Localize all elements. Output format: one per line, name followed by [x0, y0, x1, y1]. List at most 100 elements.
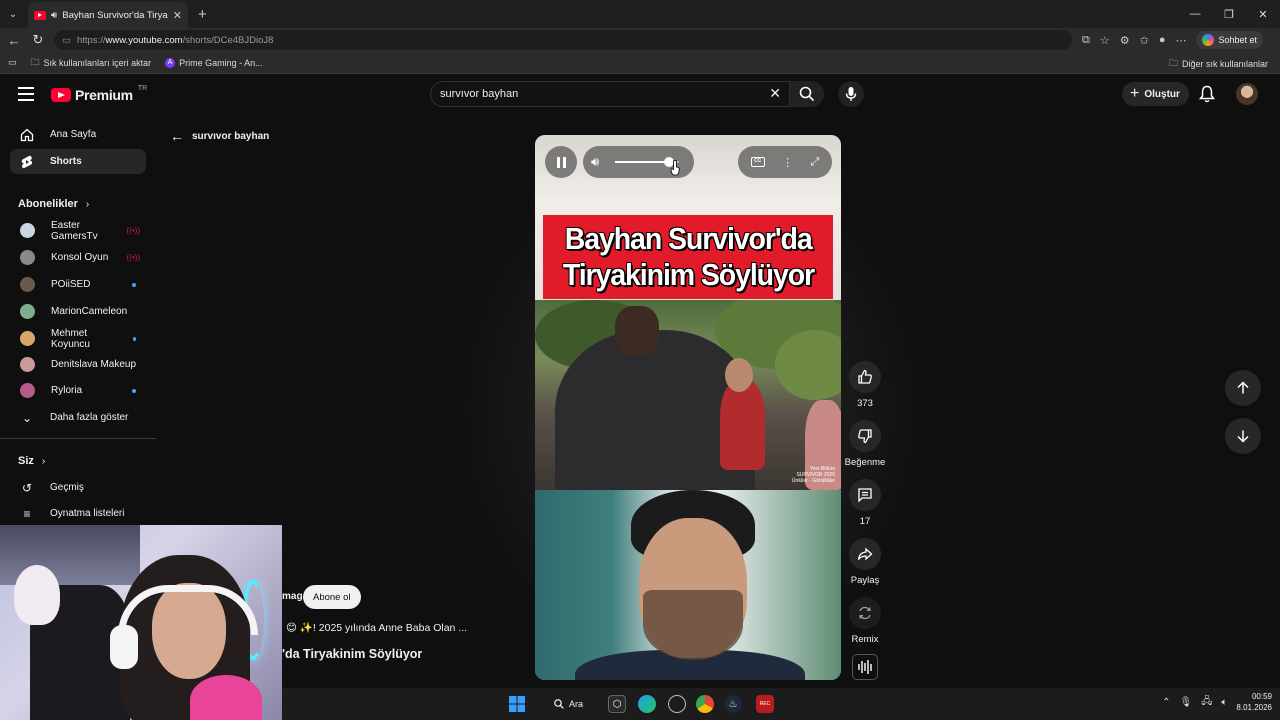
pause-button[interactable] — [545, 146, 577, 178]
subscription-item[interactable]: Ryloria — [10, 378, 146, 403]
favorite-prime-gaming[interactable]: A Prime Gaming - An... — [165, 57, 263, 68]
share-button[interactable]: Paylaş — [840, 538, 890, 586]
sidebar-item-shorts[interactable]: Shorts — [10, 149, 146, 174]
dislike-button[interactable]: Beğenme — [840, 420, 890, 468]
microphone-tray-icon[interactable]: 🎙︎ — [1180, 697, 1193, 708]
other-favorites[interactable]: 🗀︎ Diğer sık kullanılanlar — [1169, 56, 1268, 72]
tab-strip-icon[interactable]: ▭ — [8, 57, 17, 68]
home-icon — [20, 128, 34, 142]
steam-icon[interactable]: ♨ — [724, 695, 742, 713]
extensions-icon[interactable]: ⚙ — [1120, 34, 1130, 47]
back-label: survıvor bayhan — [192, 130, 270, 142]
more-options-icon[interactable]: ⋮ — [782, 156, 793, 169]
back-arrow-icon[interactable]: ← — [2, 33, 26, 48]
dislike-label: Beğenme — [844, 457, 886, 468]
you-heading[interactable]: Siz › — [18, 455, 45, 467]
comment-icon — [849, 479, 881, 511]
sidebar-item-playlists[interactable]: ≡ Oynatma listeleri — [10, 501, 146, 526]
taskbar-clock[interactable]: 00:59 8.01.2026 — [1236, 691, 1272, 713]
favorites-icon[interactable]: ✩ — [1140, 34, 1149, 47]
recorder-app-icon[interactable]: REC — [756, 695, 774, 713]
subscription-item[interactable]: MarionCameleon — [10, 299, 146, 324]
previous-short-button[interactable] — [1225, 370, 1261, 406]
back-to-search-button[interactable]: ← survıvor bayhan — [170, 128, 269, 144]
subscription-item[interactable]: Easter GamersTv ((•)) — [10, 218, 146, 243]
search-icon — [799, 86, 815, 102]
new-content-dot — [132, 336, 136, 341]
favorite-star-icon[interactable]: ☆ — [1100, 34, 1110, 47]
video-scene-island: Yeni Bölüm SURVIVOR 2026 Ünlüler - Gönül… — [535, 300, 841, 490]
show-more-label: Daha fazla göster — [50, 412, 129, 423]
system-tray: ⌃ 🎙︎ 🖧︎ 🔈︎ 00:59 8.01.2026 — [1162, 691, 1272, 713]
create-button[interactable]: + Oluştur — [1122, 82, 1189, 106]
app-icon[interactable] — [668, 695, 686, 713]
next-short-button[interactable] — [1225, 418, 1261, 454]
taskbar-search[interactable]: Ara — [546, 694, 591, 714]
audio-track-thumbnail[interactable] — [852, 654, 878, 680]
youtube-premium-logo[interactable]: Premium TR — [51, 85, 147, 103]
more-options-icon[interactable]: ⋯ — [1175, 34, 1186, 47]
captions-icon[interactable]: CC — [750, 157, 765, 167]
sidebar-item-label: Ana Sayfa — [50, 129, 97, 140]
search-icon — [554, 699, 564, 709]
task-view-icon[interactable]: ⬡ — [608, 695, 626, 713]
account-avatar[interactable] — [1236, 83, 1258, 105]
subscriptions-title: Abonelikler — [18, 198, 78, 210]
search-input[interactable]: survıvor bayhan ✕ — [430, 81, 790, 107]
remix-icon — [849, 597, 881, 629]
sidebar-item-home[interactable]: Ana Sayfa — [10, 122, 146, 147]
speaker-icon[interactable]: 🔈︎ — [1221, 697, 1227, 708]
address-field[interactable]: ▭ https://www.youtube.com/shorts/DCe4BJD… — [54, 30, 1072, 50]
tab-audio-icon[interactable]: 🔊︎ — [51, 10, 57, 21]
volume-fill — [615, 161, 670, 163]
close-window-button[interactable]: ✕ — [1246, 0, 1280, 28]
menu-icon[interactable] — [18, 87, 34, 101]
subscription-item[interactable]: Konsol Oyun ((•)) — [10, 245, 146, 270]
remix-button[interactable]: Remix — [840, 597, 890, 645]
like-button[interactable]: 373 — [840, 361, 890, 409]
refresh-icon[interactable]: ↻ — [26, 32, 50, 48]
search-button[interactable] — [790, 81, 824, 107]
voice-search-button[interactable] — [838, 81, 864, 107]
subscriptions-heading[interactable]: Abonelikler › — [18, 198, 89, 210]
maximize-window-button[interactable]: ❐ — [1212, 0, 1246, 28]
volume-icon[interactable]: 🔊︎ — [591, 154, 599, 170]
comments-button[interactable]: 17 — [840, 479, 890, 527]
show-hidden-icons-icon[interactable]: ⌃ — [1162, 697, 1170, 708]
clock-date: 8.01.2026 — [1236, 703, 1272, 712]
edge-browser-icon[interactable] — [638, 695, 656, 713]
subscription-item[interactable]: Mehmet Koyuncu — [10, 326, 146, 351]
subscription-item[interactable]: POiiSED — [10, 272, 146, 297]
subscription-item[interactable]: Denitslava Makeup — [10, 352, 146, 377]
start-button[interactable] — [508, 695, 526, 713]
history-icon: ↺ — [21, 480, 33, 495]
show-more-button[interactable]: ⌄ Daha fazla göster — [10, 405, 146, 430]
new-tab-button[interactable]: + — [198, 6, 207, 23]
notifications-button[interactable] — [1198, 85, 1216, 106]
youtube-header: Premium TR survıvor bayhan ✕ + Oluştur — [0, 75, 1280, 115]
shorts-video-player[interactable]: Bayhan Survivor'da Tiryakinim Söylüyor Y… — [535, 135, 841, 680]
profile-icon[interactable]: ● — [1159, 34, 1166, 46]
site-info-icon[interactable]: ▭ — [62, 35, 71, 46]
copilot-chat-button[interactable]: Sohbet et — [1196, 31, 1264, 49]
minimize-window-button[interactable]: — — [1178, 0, 1212, 28]
channel-avatar — [20, 383, 35, 398]
chrome-icon[interactable] — [696, 695, 714, 713]
channel-name[interactable]: mag — [282, 591, 303, 602]
clear-search-icon[interactable]: ✕ — [769, 85, 781, 102]
channel-avatar — [20, 357, 35, 372]
favorite-import[interactable]: 🗀︎ Sık kullanılanları içeri aktar — [31, 55, 152, 71]
close-tab-icon[interactable]: ✕ — [173, 9, 182, 22]
tab-actions-menu[interactable]: ⌄ — [2, 3, 24, 25]
watermark-line: Ünlüler - Gönüllüler — [791, 478, 835, 484]
arrow-down-icon — [1237, 430, 1249, 443]
short-description[interactable]: 😊 ✨! 2025 yılında Anne Baba Olan ... — [286, 621, 467, 634]
browser-tab[interactable]: 🔊︎ Bayhan Survivor'da Tiryakinim Söylüyo… — [28, 2, 188, 28]
sidebar-item-history[interactable]: ↺ Geçmiş — [10, 475, 146, 500]
fullscreen-icon[interactable]: ⤢ — [810, 156, 819, 169]
create-label: Oluştur — [1144, 88, 1180, 100]
subscribe-button[interactable]: Abone ol — [303, 585, 361, 609]
chevron-down-icon: ⌄ — [21, 410, 33, 425]
network-icon[interactable]: 🖧︎ — [1201, 694, 1212, 711]
split-screen-icon[interactable]: ⧉ — [1082, 34, 1090, 47]
